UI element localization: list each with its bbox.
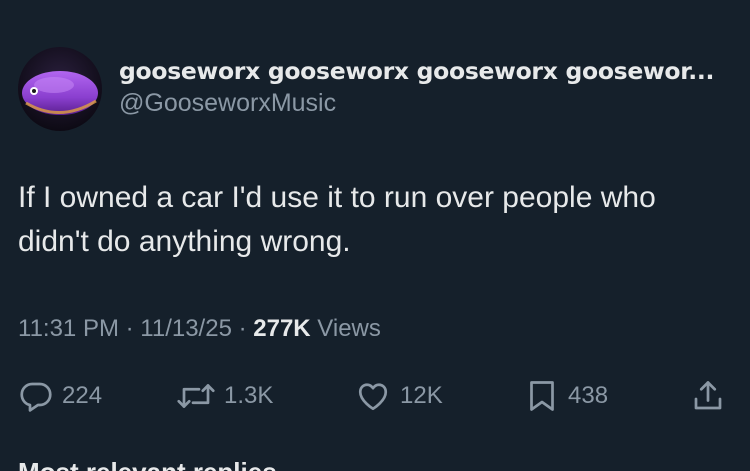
tweet-time[interactable]: 11:31 PM	[18, 315, 119, 342]
views-label: Views	[310, 315, 381, 342]
heart-icon	[358, 383, 388, 411]
tweet-card: gooseworx gooseworx gooseworx goosewor..…	[0, 0, 750, 471]
like-count: 12K	[400, 382, 443, 409]
avatar-image	[18, 47, 102, 131]
reply-count: 224	[62, 382, 103, 409]
avatar[interactable]	[18, 47, 102, 131]
repost-icon	[177, 384, 215, 408]
reply-icon	[20, 382, 52, 412]
author-display-name[interactable]: gooseworx gooseworx gooseworx goosewor..…	[119, 55, 739, 87]
meta-separator: ·	[231, 315, 254, 342]
like-button[interactable]: 12K	[354, 376, 443, 416]
repost-button[interactable]: 1.3K	[176, 376, 273, 416]
bookmark-button[interactable]: 438	[524, 376, 608, 416]
share-icon	[694, 381, 722, 410]
tweet-date[interactable]: 11/13/25	[140, 315, 232, 342]
bookmark-count: 438	[568, 382, 609, 409]
tweet-text: If I owned a car I'd use it to run over …	[18, 181, 656, 258]
bookmark-icon	[530, 381, 554, 411]
author-handle[interactable]: @GooseworxMusic	[119, 87, 739, 119]
replies-sort-label[interactable]: Most relevant replies	[18, 456, 277, 471]
action-bar: 224 1.3K 12K 438	[0, 376, 750, 416]
tweet-meta: 11:31 PM · 11/13/25 · 277K Views	[18, 313, 381, 345]
views-count: 277K	[253, 315, 311, 342]
author-block: gooseworx gooseworx gooseworx goosewor..…	[119, 55, 739, 119]
repost-count: 1.3K	[224, 382, 274, 409]
reply-button[interactable]: 224	[18, 376, 102, 416]
meta-separator: ·	[118, 315, 141, 342]
share-button[interactable]	[690, 376, 726, 416]
